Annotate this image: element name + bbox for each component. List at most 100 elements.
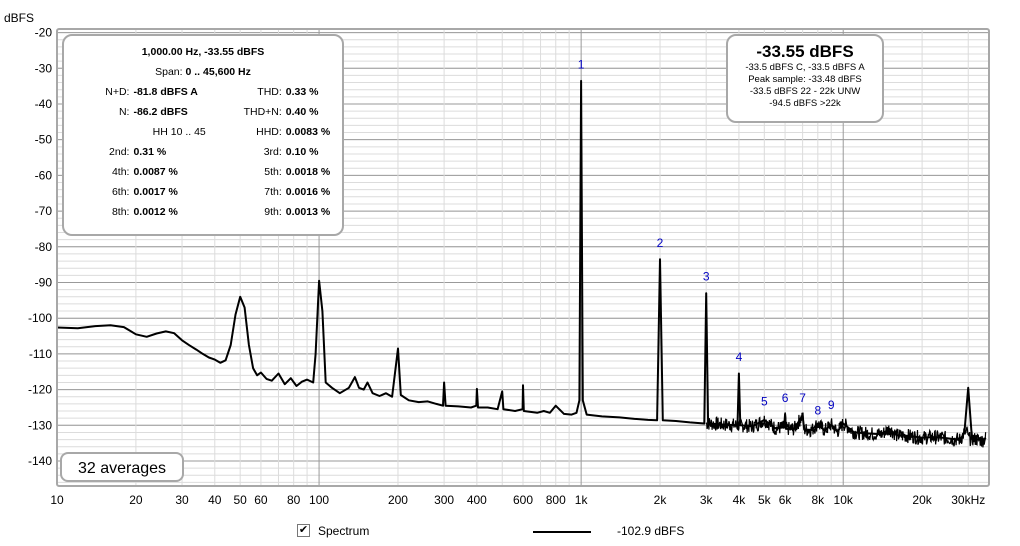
stat-label: 9th: [264, 206, 282, 218]
stat-label: 3rd: [263, 146, 282, 158]
stats-row: 8th: 0.0012 % 9th: 0.0013 % [72, 202, 334, 222]
stat-label: 8th: [111, 206, 130, 218]
harmonic-marker: 9 [828, 398, 835, 412]
x-tick-label: 5k [758, 493, 772, 507]
stats-header: 1,000.00 Hz, -33.55 dBFS [141, 46, 265, 58]
y-tick-label: -100 [28, 311, 52, 325]
x-tick-label: 20 [129, 493, 143, 507]
y-tick-label: -110 [29, 347, 52, 361]
level-unweighted: -33.5 dBFS 22 - 22k UNW [749, 86, 861, 97]
x-tick-label: 6k [779, 493, 793, 507]
stat-value: -86.2 dBFS [133, 106, 188, 118]
spectrum-noise-floor [705, 412, 987, 448]
stats-row: 2nd: 0.31 % 3rd: 0.10 % [72, 142, 334, 162]
level-panel: -33.55 dBFS -33.5 dBFS C, -33.5 dBFS A P… [726, 34, 884, 123]
y-tick-label: -20 [35, 26, 53, 40]
y-tick-label: -120 [28, 383, 52, 397]
x-tick-label: 100 [309, 493, 329, 507]
stat-value: 0.0018 % [285, 166, 331, 178]
x-tick-label: 3k [700, 493, 714, 507]
statistics-panel: 1,000.00 Hz, -33.55 dBFS Span: 0 .. 45,6… [62, 34, 344, 236]
x-tick-label: 10 [50, 493, 64, 507]
x-tick-label: 8k [811, 493, 825, 507]
legend-label[interactable]: Spectrum [318, 524, 369, 538]
legend: ✔ Spectrum -102.9 dBFS [0, 520, 1020, 544]
stat-label: 4th: [111, 166, 130, 178]
harmonic-marker: 1 [578, 57, 585, 71]
stat-label: 2nd: [109, 146, 130, 158]
y-axis-label: dBFS [4, 11, 34, 25]
stats-rows: N+D: -81.8 dBFS A THD: 0.33 % N: -86.2 dBFS TH… [72, 82, 334, 222]
stats-row: HH 10 .. 45 HHD: 0.0083 % [72, 122, 334, 142]
y-tick-label: -130 [28, 418, 52, 432]
harmonic-marker: 3 [703, 270, 710, 284]
stats-row: N: -86.2 dBFS THD+N: 0.40 % [72, 102, 334, 122]
stat-label: 5th: [264, 166, 282, 178]
legend-line-swatch [533, 531, 591, 533]
stat-value: 0.0016 % [285, 186, 331, 198]
x-tick-label: 10k [834, 493, 854, 507]
stats-row: 6th: 0.0017 % 7th: 0.0016 % [72, 182, 334, 202]
stat-label: 7th: [264, 186, 282, 198]
y-tick-label: -90 [35, 275, 53, 289]
x-tick-label: 30kHz [951, 493, 985, 507]
x-tick-label: 4k [733, 493, 747, 507]
y-tick-label: -60 [35, 168, 53, 182]
stat-value: 0.0013 % [285, 206, 331, 218]
stat-value: 0.0012 % [133, 206, 178, 218]
stat-value: 0.10 % [285, 146, 319, 158]
x-tick-label: 200 [388, 493, 408, 507]
stat-value: 0.0083 % [285, 126, 331, 138]
averages-badge: 32 averages [60, 452, 184, 482]
stat-label: N: [118, 106, 130, 118]
y-tick-label: -50 [35, 133, 53, 147]
stat-label: THD: [257, 86, 282, 98]
harmonic-marker: 4 [736, 350, 743, 364]
x-tick-label: 600 [513, 493, 533, 507]
level-main: -33.55 dBFS [756, 42, 854, 61]
level-above-22k: -94.5 dBFS >22k [769, 98, 841, 109]
stat-value: 0.31 % [133, 146, 167, 158]
stats-span-row: Span: 0 .. 45,600 Hz [72, 62, 334, 82]
stat-value: 0.0087 % [133, 166, 178, 178]
y-tick-label: -80 [35, 240, 53, 254]
stat-value: HH 10 .. 45 [152, 126, 206, 138]
x-tick-label: 20k [912, 493, 932, 507]
level-weighted: -33.5 dBFS C, -33.5 dBFS A [745, 62, 865, 73]
harmonic-marker: 8 [814, 404, 821, 418]
stat-value: 0.33 % [285, 86, 319, 98]
spectrum-checkbox[interactable]: ✔ [297, 524, 310, 537]
span-label: Span: [155, 66, 183, 78]
legend-value: -102.9 dBFS [617, 524, 685, 538]
stats-row: N+D: -81.8 dBFS A THD: 0.33 % [72, 82, 334, 102]
harmonic-marker: 5 [761, 395, 768, 409]
stat-value: -81.8 dBFS A [133, 86, 198, 98]
stat-label: 6th: [111, 186, 130, 198]
x-tick-label: 50 [233, 493, 247, 507]
y-tick-label: -30 [35, 61, 53, 75]
x-tick-label: 1k [575, 493, 589, 507]
stat-value: 0.40 % [285, 106, 319, 118]
harmonic-marker: 7 [799, 391, 806, 405]
y-tick-label: -70 [35, 204, 53, 218]
stat-label: N+D: [105, 86, 130, 98]
x-tick-label: 800 [546, 493, 566, 507]
y-tick-label: -40 [35, 97, 53, 111]
span-value: 0 .. 45,600 Hz [185, 66, 251, 78]
x-tick-label: 40 [208, 493, 222, 507]
x-tick-label: 400 [467, 493, 487, 507]
stat-label: HHD: [256, 126, 282, 138]
y-tick-label: -140 [28, 454, 52, 468]
x-tick-label: 60 [254, 493, 268, 507]
stats-row: 4th: 0.0087 % 5th: 0.0018 % [72, 162, 334, 182]
level-peak-sample: Peak sample: -33.48 dBFS [748, 74, 862, 85]
harmonic-marker: 6 [782, 391, 789, 405]
stats-header-row: 1,000.00 Hz, -33.55 dBFS [72, 42, 334, 62]
x-tick-label: 300 [434, 493, 454, 507]
harmonic-marker: 2 [657, 236, 664, 250]
stat-value: 0.0017 % [133, 186, 178, 198]
x-tick-label: 80 [287, 493, 301, 507]
x-tick-label: 30 [175, 493, 189, 507]
stat-label: THD+N: [243, 106, 282, 118]
x-tick-label: 2k [654, 493, 668, 507]
